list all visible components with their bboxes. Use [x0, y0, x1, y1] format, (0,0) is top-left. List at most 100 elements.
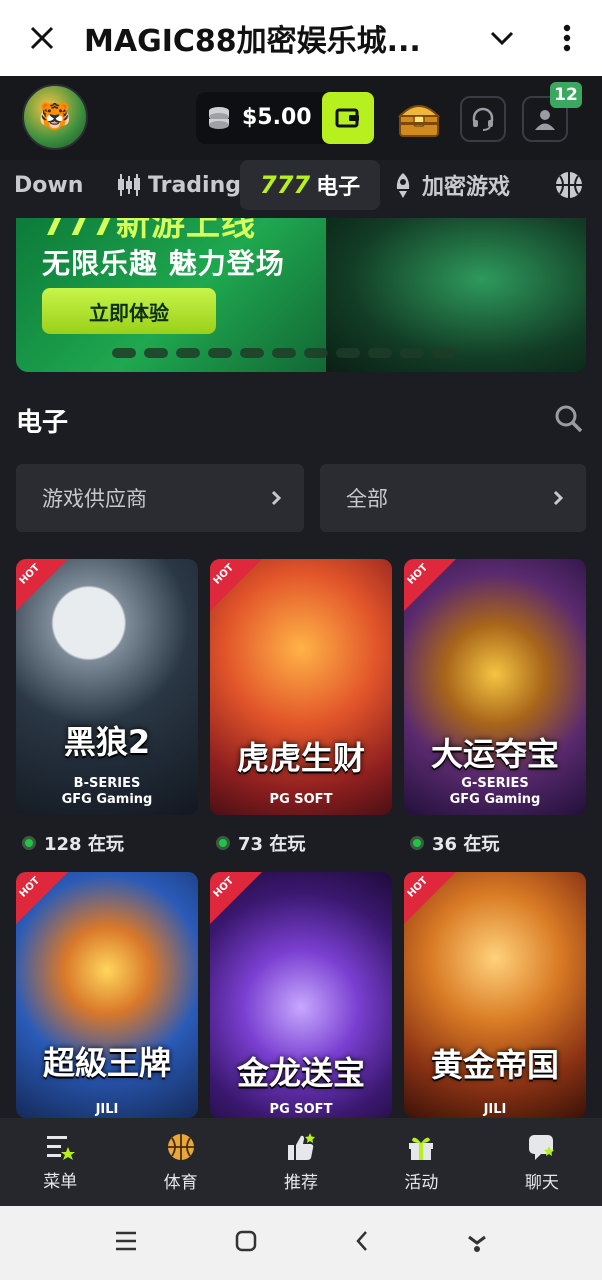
- online-dot-icon: [216, 836, 230, 850]
- recent-apps-icon[interactable]: [114, 1230, 138, 1256]
- game-series: G-SERIES: [461, 776, 529, 791]
- search-icon[interactable]: [554, 404, 584, 438]
- promo-banner[interactable]: 777新游上线 无限乐趣 魅力登场 立即体验: [16, 218, 586, 372]
- brand-mascot-logo[interactable]: 🐯: [22, 84, 88, 150]
- carousel-dot[interactable]: [112, 348, 136, 358]
- game-series: B-SERIES: [73, 776, 141, 791]
- game-provider: JILI: [95, 1102, 119, 1117]
- tab-label: Down: [14, 172, 84, 198]
- chat-icon: [528, 1134, 554, 1160]
- game-card[interactable]: HOT 大运夺宝 G-SERIES GFG Gaming: [404, 559, 586, 815]
- tab-crypto-games[interactable]: 加密游戏: [390, 160, 510, 210]
- banner-cta-button[interactable]: 立即体验: [42, 288, 216, 334]
- basketball-icon: [556, 172, 582, 198]
- carousel-dot[interactable]: [240, 348, 264, 358]
- section-title: 电子: [16, 408, 69, 438]
- browser-title: MAGIC88加密娱乐城...: [84, 24, 421, 59]
- user-icon: [535, 110, 555, 130]
- game-card[interactable]: HOT 金龙送宝 PG SOFT: [210, 872, 392, 1118]
- wallet-button[interactable]: [322, 92, 374, 144]
- carousel-dot[interactable]: [400, 348, 424, 358]
- carousel-dot[interactable]: [208, 348, 232, 358]
- game-title: 超級王牌: [42, 1044, 171, 1082]
- more-options-icon[interactable]: [532, 24, 602, 52]
- balance-amount: $5.00: [242, 105, 312, 130]
- game-provider: PG SOFT: [269, 1102, 333, 1117]
- carousel-indicators[interactable]: [112, 348, 456, 358]
- tab-label: 加密游戏: [422, 175, 511, 200]
- tab-electronic[interactable]: 777 电子: [240, 160, 381, 210]
- carousel-dot[interactable]: [144, 348, 168, 358]
- player-count: 128 在玩: [22, 830, 124, 856]
- carousel-dot[interactable]: [336, 348, 360, 358]
- nav-recommended[interactable]: 推荐: [241, 1118, 361, 1206]
- headset-icon: [472, 107, 494, 131]
- nav-label: 活动: [404, 1172, 439, 1193]
- chevron-down-icon[interactable]: [472, 30, 532, 46]
- game-title: 虎虎生财: [236, 739, 365, 777]
- player-count-text: 73 在玩: [238, 834, 306, 855]
- category-tabs: Down Trading 777 电子 加密游戏: [0, 160, 602, 218]
- tab-label: 电子: [316, 175, 361, 200]
- system-navigation-bar: [0, 1206, 602, 1280]
- game-title: 黑狼2: [63, 723, 151, 761]
- candlestick-icon: [118, 174, 140, 196]
- carousel-dot[interactable]: [304, 348, 328, 358]
- game-provider: PG SOFT: [269, 792, 333, 807]
- assistant-icon[interactable]: [466, 1229, 488, 1257]
- tab-label: Trading: [148, 172, 241, 198]
- nav-menu[interactable]: 菜单: [0, 1118, 120, 1206]
- close-icon[interactable]: [0, 25, 84, 51]
- customer-support-button[interactable]: [460, 96, 506, 142]
- gift-icon: [409, 1137, 434, 1160]
- chevron-right-icon: [553, 490, 564, 506]
- carousel-dot[interactable]: [432, 348, 456, 358]
- player-count-text: 128 在玩: [44, 834, 124, 855]
- nav-label: 聊天: [524, 1172, 559, 1193]
- nav-events[interactable]: 活动: [361, 1118, 481, 1206]
- category-filter[interactable]: 全部: [320, 464, 586, 532]
- player-count-text: 36 在玩: [432, 834, 500, 855]
- chevron-right-icon: [271, 490, 282, 506]
- game-title: 金龙送宝: [236, 1054, 365, 1092]
- carousel-dot[interactable]: [176, 348, 200, 358]
- coins-icon: [206, 105, 232, 135]
- slot-777-icon: 777: [260, 171, 311, 199]
- provider-filter[interactable]: 游戏供应商: [16, 464, 304, 532]
- carousel-dot[interactable]: [368, 348, 392, 358]
- game-title: 黄金帝国: [430, 1046, 559, 1084]
- carousel-dot[interactable]: [272, 348, 296, 358]
- filter-label: 游戏供应商: [42, 487, 147, 511]
- banner-subtitle: 无限乐趣 魅力登场: [42, 247, 285, 280]
- game-card[interactable]: HOT 黑狼2 B-SERIES GFG Gaming: [16, 559, 198, 815]
- home-icon[interactable]: [234, 1229, 258, 1257]
- game-card[interactable]: HOT 超級王牌 JILI: [16, 872, 198, 1118]
- wallet-icon: [335, 108, 359, 128]
- player-count: 36 在玩: [410, 830, 499, 856]
- treasure-chest-icon[interactable]: [396, 96, 442, 142]
- game-provider: GFG Gaming: [61, 792, 153, 807]
- filter-label: 全部: [346, 487, 388, 511]
- basketball-icon: [167, 1133, 194, 1160]
- game-provider: GFG Gaming: [449, 792, 541, 807]
- menu-icon: [47, 1135, 76, 1160]
- game-card[interactable]: HOT 虎虎生财 PG SOFT: [210, 559, 392, 815]
- wallet-balance[interactable]: $5.00: [196, 92, 374, 144]
- nav-chat[interactable]: 聊天: [482, 1118, 602, 1206]
- nav-sports[interactable]: 体育: [120, 1118, 240, 1206]
- tab-sports[interactable]: [554, 160, 584, 210]
- bottom-navigation: 菜单 体育 推荐 活动 聊天: [0, 1118, 602, 1206]
- notification-count-badge: 12: [550, 82, 582, 108]
- tab-updown[interactable]: Down: [14, 160, 83, 210]
- nav-label: 体育: [163, 1172, 198, 1193]
- nav-label: 推荐: [284, 1172, 319, 1193]
- rocket-icon: [396, 173, 410, 198]
- back-icon[interactable]: [354, 1229, 370, 1257]
- app-header: 🐯 $5.00 12: [0, 76, 602, 160]
- browser-toolbar: MAGIC88加密娱乐城...: [0, 0, 602, 76]
- thumbs-up-icon: [288, 1132, 316, 1160]
- game-card[interactable]: HOT 黄金帝国 JILI: [404, 872, 586, 1118]
- tab-trading[interactable]: Trading: [116, 160, 241, 210]
- banner-headline: 777新游上线: [42, 218, 256, 244]
- game-provider: JILI: [483, 1102, 507, 1117]
